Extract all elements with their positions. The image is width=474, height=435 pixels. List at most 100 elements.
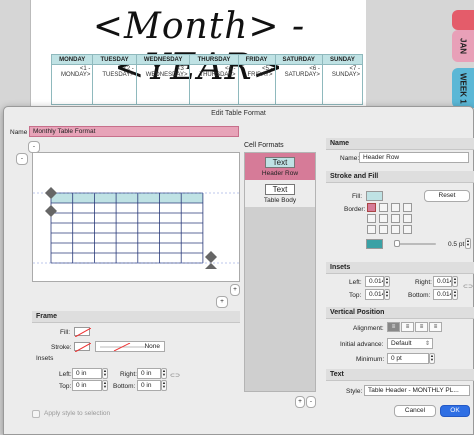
day-cell: <2 - TUESDAY> <box>92 64 137 105</box>
day-header: MONDAY <box>50 54 94 65</box>
name-label: Name <box>10 129 28 136</box>
stroke-width-stepper[interactable]: ▲ ▼ <box>465 238 471 249</box>
ok-button[interactable]: OK <box>440 405 470 417</box>
day-cell: <4 - THURSDAY> <box>189 64 239 105</box>
cell-name-input[interactable]: Header Row <box>359 152 469 163</box>
tab-jan-label: JAN <box>458 37 468 54</box>
stroke-width-slider[interactable] <box>394 243 436 245</box>
cell-bottom-input[interactable]: 0.014 i <box>433 289 452 300</box>
border-option-button[interactable] <box>403 225 412 234</box>
frame-bottom-stepper[interactable]: ▲ ▼ <box>161 380 167 391</box>
frame-link-insets-icon[interactable]: ⊂⊃ <box>170 372 180 379</box>
border-option-button[interactable] <box>403 203 412 212</box>
frame-stroke-style[interactable]: None <box>95 341 165 352</box>
planner-page: <Month> - <YEAR> MONDAY TUESDAY WEDNESDAY T… <box>30 0 366 120</box>
initial-advance-select[interactable]: Default ⇕ <box>387 338 433 349</box>
align-middle-button[interactable]: ≡ <box>401 322 414 332</box>
initial-advance-label: Initial advance: <box>340 341 384 348</box>
frame-bottom-input[interactable]: 0 in <box>137 380 161 391</box>
preview-add-button[interactable]: + <box>230 284 240 296</box>
align-top-button[interactable]: ≡ <box>387 322 400 332</box>
format-label: Header Row <box>261 170 299 177</box>
cancel-button[interactable]: Cancel <box>394 405 436 417</box>
cell-fill-swatch[interactable] <box>366 191 383 201</box>
frame-top-stepper[interactable]: ▲ ▼ <box>102 380 108 391</box>
frame-left-label: Left: <box>59 371 72 378</box>
border-option-button[interactable] <box>367 214 376 223</box>
stroke-fill-heading: Stroke and Fill <box>326 171 474 183</box>
reset-button[interactable]: Reset <box>424 190 470 202</box>
day-cell: <3 - WEDNESDAY> <box>135 64 191 105</box>
frame-top-input[interactable]: 0 in <box>72 380 102 391</box>
frame-fill-swatch[interactable] <box>74 327 92 338</box>
format-sample: Text <box>265 184 295 195</box>
format-label: Table Body <box>263 197 297 204</box>
preview-add-button-2[interactable]: + <box>216 296 228 308</box>
border-color-swatch[interactable] <box>366 239 383 249</box>
add-format-button[interactable]: + <box>295 396 305 408</box>
format-name-input[interactable]: Monthly Table Format <box>29 126 239 137</box>
day-cell: <1 - MONDAY> <box>50 64 94 105</box>
cell-link-insets-icon[interactable]: ⊂⊃ <box>463 283 473 290</box>
cell-left-stepper[interactable]: ▲ ▼ <box>384 276 390 287</box>
remove-format-button[interactable]: - <box>306 396 316 408</box>
frame-right-label: Right: <box>120 371 137 378</box>
frame-right-input[interactable]: 0 in <box>137 368 161 379</box>
minimum-stepper[interactable]: ▲ ▼ <box>429 353 435 364</box>
frame-fill-label: Fill: <box>60 329 71 336</box>
minimum-input[interactable]: 0 pt <box>387 353 429 364</box>
border-option-button[interactable] <box>367 203 376 212</box>
align-bottom-button[interactable]: ≡ <box>415 322 428 332</box>
initial-advance-value: Default <box>391 340 412 347</box>
day-header: SATURDAY <box>274 54 323 65</box>
frame-stroke-label: Stroke: <box>51 344 72 351</box>
collapse-button[interactable]: - <box>16 153 28 165</box>
frame-right-stepper[interactable]: ▲ ▼ <box>161 368 167 379</box>
cell-formats-list: Text Header Row Text Table Body <box>244 152 316 392</box>
format-item-header-row[interactable]: Text Header Row <box>245 153 315 180</box>
apply-style-checkbox[interactable] <box>32 410 40 418</box>
border-option-button[interactable] <box>379 225 388 234</box>
handle-right-diamond[interactable] <box>205 251 217 263</box>
alignment-label: Alignment: <box>353 325 384 332</box>
frame-left-stepper[interactable]: ▲ ▼ <box>102 368 108 379</box>
tab-week-1[interactable]: WEEK 1 <box>452 68 474 108</box>
style-label: Style: <box>346 388 363 395</box>
border-option-button[interactable] <box>379 214 388 223</box>
cell-right-stepper[interactable]: ▲ ▼ <box>452 276 458 287</box>
frame-left-input[interactable]: 0 in <box>72 368 102 379</box>
paragraph-style-select[interactable]: Table Header - MONTHLY PL... <box>364 385 470 396</box>
cell-left-input[interactable]: 0.014 i <box>365 276 384 287</box>
cell-left-label: Left: <box>349 279 362 286</box>
frame-stroke-value: None <box>144 343 160 350</box>
align-justify-button[interactable]: ≡ <box>429 322 442 332</box>
border-option-button[interactable] <box>391 214 400 223</box>
format-item-table-body[interactable]: Text Table Body <box>245 180 315 207</box>
border-option-button[interactable] <box>391 225 400 234</box>
stroke-width-value: 0.5 pt <box>448 241 465 248</box>
planner-day-table: MONDAY TUESDAY WEDNESDAY THURSDAY FRIDAY SATU… <box>50 54 364 105</box>
apply-style-label: Apply style to selection <box>44 410 111 417</box>
cell-right-input[interactable]: 0.014 i <box>433 276 452 287</box>
cell-top-stepper[interactable]: ▲ ▼ <box>384 289 390 300</box>
border-option-button[interactable] <box>391 203 400 212</box>
cell-right-label: Right: <box>415 279 432 286</box>
day-header: SUNDAY <box>321 54 364 65</box>
stroke-width-slider-thumb[interactable] <box>394 240 400 247</box>
table-preview <box>32 152 241 282</box>
day-cell: <5 - FRIDAY> <box>237 64 276 105</box>
tab-week-label: WEEK 1 <box>458 72 468 104</box>
red-tab[interactable] <box>452 10 474 30</box>
day-header: TUESDAY <box>92 54 137 65</box>
tab-jan[interactable]: JAN <box>452 30 474 62</box>
cell-top-input[interactable]: 0.014 i <box>365 289 384 300</box>
frame-stroke-swatch[interactable] <box>74 342 92 353</box>
cell-bottom-stepper[interactable]: ▲ ▼ <box>452 289 458 300</box>
table-preview-graphic <box>33 187 241 269</box>
border-option-button[interactable] <box>403 214 412 223</box>
frame-bottom-label: Bottom: <box>113 383 136 390</box>
day-header: WEDNESDAY <box>135 54 191 65</box>
border-option-button[interactable] <box>379 203 388 212</box>
border-option-button[interactable] <box>367 225 376 234</box>
cell-insets-heading: Insets <box>326 262 474 274</box>
